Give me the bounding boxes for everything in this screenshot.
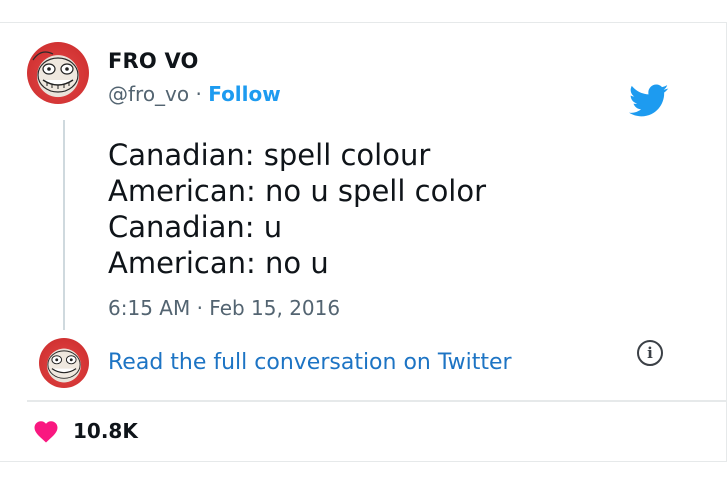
tweet-line: American: no u [108, 246, 329, 280]
author-avatar[interactable] [27, 42, 89, 104]
author-name[interactable]: FRO VO [108, 49, 199, 73]
tweet-body: Canadian: spell colour American: no u sp… [108, 137, 486, 281]
conversation-avatar[interactable] [39, 338, 89, 388]
heart-icon[interactable] [33, 419, 59, 443]
tweet-line: Canadian: spell colour [108, 138, 431, 172]
avatar-illustration [32, 51, 79, 93]
author-handle[interactable]: @fro_vo [108, 82, 189, 106]
thread-connector-line [63, 120, 65, 330]
tweet-line: American: no u spell color [108, 174, 487, 208]
follow-button[interactable]: Follow [208, 82, 281, 106]
like-count: 10.8K [73, 419, 138, 443]
twitter-bird-icon[interactable] [629, 84, 669, 118]
like-row[interactable]: 10.8K [33, 419, 138, 443]
author-handle-row: @fro_vo · Follow [108, 82, 281, 106]
divider [27, 400, 727, 402]
handle-separator: · [195, 82, 202, 106]
avatar-illustration [47, 350, 81, 379]
tweet-line: Canadian: u [108, 210, 283, 244]
info-icon[interactable]: i [637, 340, 663, 366]
read-full-conversation-link[interactable]: Read the full conversation on Twitter [108, 350, 512, 375]
tweet-timestamp[interactable]: 6:15 AM · Feb 15, 2016 [108, 296, 340, 320]
